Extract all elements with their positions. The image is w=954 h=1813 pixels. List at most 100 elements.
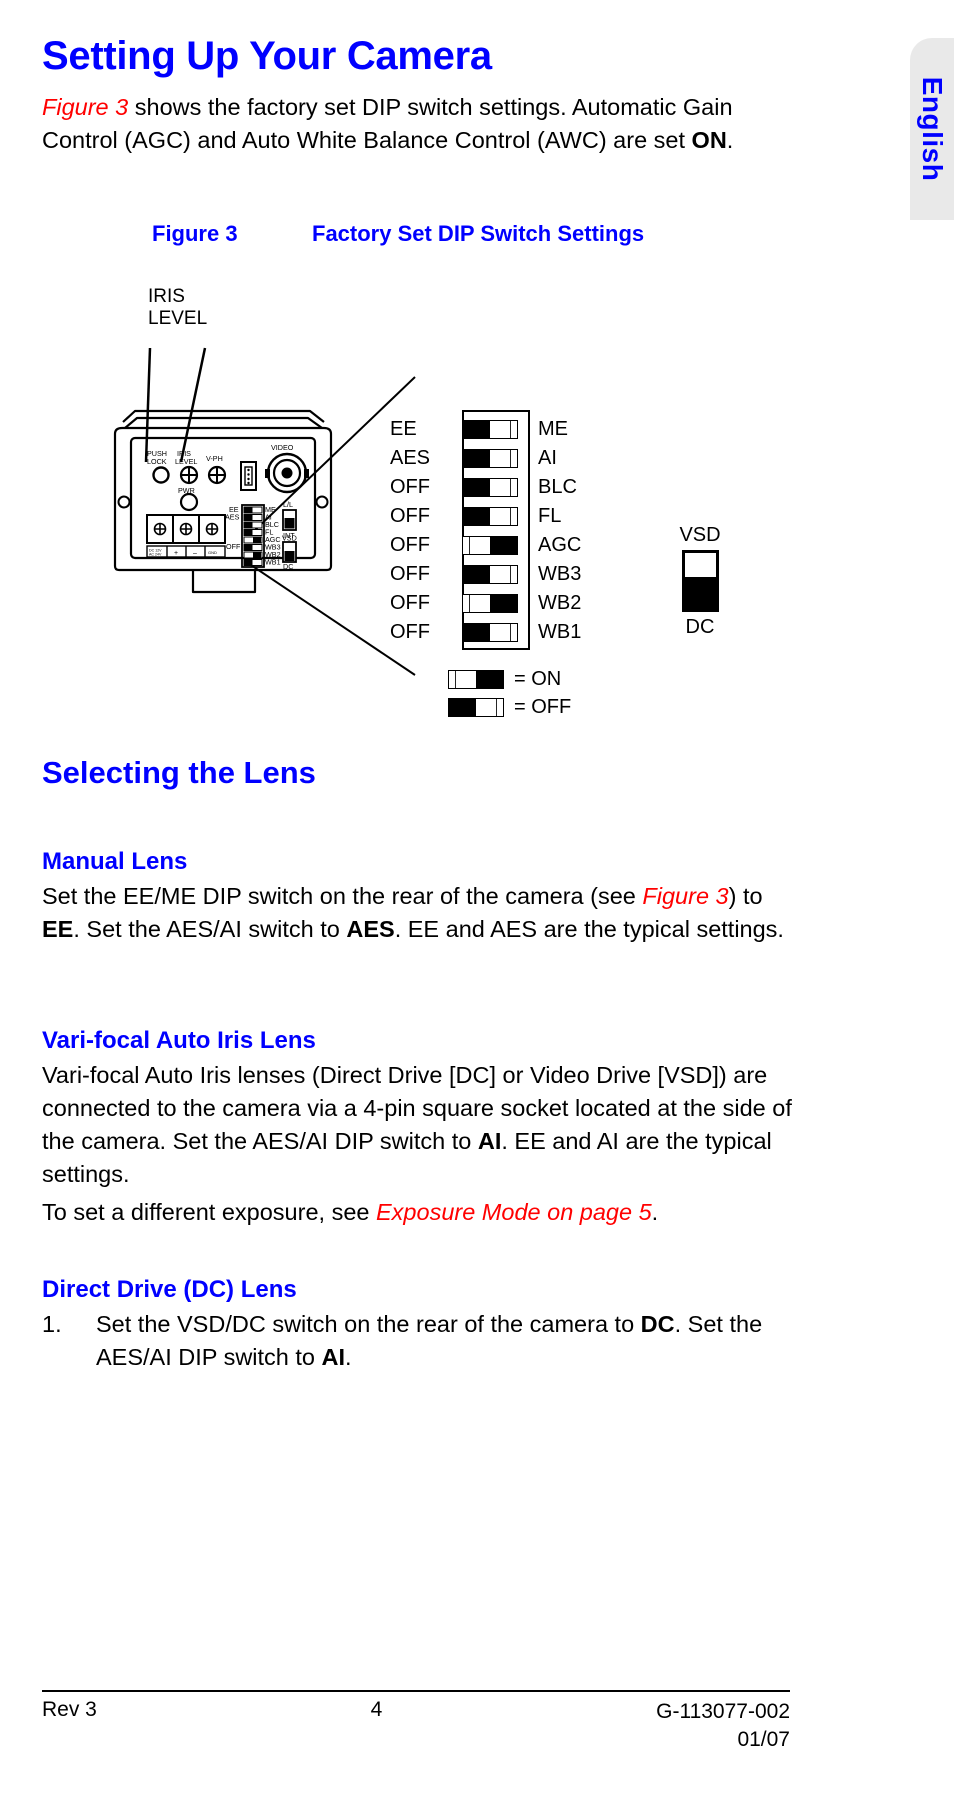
dip-row-right-label: AGC xyxy=(538,534,582,556)
dip-row-right-label: WB2 xyxy=(538,592,582,614)
vari-focal-bold-ai: AI xyxy=(477,1128,502,1154)
page-content: Setting Up Your Camera Figure 3 shows th… xyxy=(42,0,790,157)
dip-row: EE ME xyxy=(390,415,618,444)
exposure-note-text-b: . xyxy=(651,1199,659,1225)
intro-text-1: shows the factory set DIP switch setting… xyxy=(42,94,733,153)
figure-caption: Figure 3 Factory Set DIP Switch Settings xyxy=(152,221,644,247)
manual-lens-figure-ref[interactable]: Figure 3 xyxy=(642,883,728,909)
vsd-dc-toggle-switch[interactable] xyxy=(681,550,719,612)
dip-row-switch[interactable] xyxy=(462,536,518,555)
manual-lens-text-d: . EE and AES are the typical settings. xyxy=(394,916,784,942)
legend-off-text: = OFF xyxy=(514,695,572,718)
manual-lens-text-a: Set the EE/ME DIP switch on the rear of … xyxy=(42,883,643,909)
language-tab: English xyxy=(910,38,954,220)
dip-row-switch[interactable] xyxy=(462,449,518,468)
dc-label: DC xyxy=(685,616,715,638)
list-item-number: 1. xyxy=(42,1311,62,1337)
dip-switch-table: EE ME AES AI OFF BLC OFF FL OFF AGC OFF … xyxy=(390,415,618,647)
dip-row-right-label: WB3 xyxy=(538,563,582,585)
vari-focal-heading: Vari-focal Auto Iris Lens xyxy=(42,1027,316,1054)
footer-page-number: 4 xyxy=(370,1698,383,1721)
vsd-label: VSD xyxy=(679,524,721,546)
svg-text:+: + xyxy=(174,550,178,557)
footer-doc-date: 01/07 xyxy=(737,1728,790,1751)
manual-lens-heading: Manual Lens xyxy=(42,848,188,875)
dip-row-left-label: OFF xyxy=(390,476,430,498)
intro-paragraph: Figure 3 shows the factory set DIP switc… xyxy=(42,91,790,157)
dip-row-switch[interactable] xyxy=(462,420,518,439)
footer-row: Rev 3 4 G-113077-002 01/07 xyxy=(42,1692,790,1754)
dip-row-switch[interactable] xyxy=(462,478,518,497)
dip-row: OFF WB3 xyxy=(390,560,618,589)
svg-text:DC: DC xyxy=(283,562,293,571)
figure-reference-link[interactable]: Figure 3 xyxy=(42,94,128,120)
dip-row-right-label: ME xyxy=(538,418,568,440)
direct-drive-text-a: Set the VSD/DC switch on the rear of the… xyxy=(96,1311,641,1337)
manual-lens-paragraph: Set the EE/ME DIP switch on the rear of … xyxy=(42,880,794,946)
direct-drive-steps: 1. Set the VSD/DC switch on the rear of t… xyxy=(42,1308,794,1374)
exposure-note: To set a different exposure, see Exposur… xyxy=(42,1192,794,1229)
dip-row: OFF WB1 xyxy=(390,618,618,647)
manual-lens-text-c: . Set the AES/AI switch to xyxy=(73,916,347,942)
svg-text:OFF: OFF xyxy=(226,542,241,551)
intro-bold-on: ON xyxy=(691,127,727,153)
dip-switch-7 xyxy=(462,594,518,613)
section-vari-focal-auto-iris-lens: Vari-focal Auto Iris Lens Vari-focal Aut… xyxy=(42,1027,794,1191)
svg-text:GND: GND xyxy=(208,550,217,555)
intro-text-2: . xyxy=(726,127,734,153)
dip-row-right-label: WB1 xyxy=(538,621,582,643)
dip-row-switch[interactable] xyxy=(462,565,518,584)
figure-caption-number: Figure 3 xyxy=(152,221,238,246)
page-footer: Rev 3 4 G-113077-002 01/07 xyxy=(42,1690,790,1754)
dip-switch-6 xyxy=(462,565,518,584)
svg-text:WB1: WB1 xyxy=(265,558,281,567)
svg-text:L/L: L/L xyxy=(283,500,293,509)
direct-drive-bold-dc: DC xyxy=(640,1311,675,1337)
camera-rear-panel-illustration: DC 12V AC 24V + – GND PUSH LOCK IRIS LEV… xyxy=(113,409,333,594)
section-manual-lens: Manual Lens Set the EE/ME DIP switch on … xyxy=(42,848,794,946)
direct-drive-heading: Direct Drive (DC) Lens xyxy=(42,1276,297,1303)
dip-row: OFF BLC xyxy=(390,473,618,502)
svg-text:V-PH: V-PH xyxy=(206,454,223,463)
language-tab-label: English xyxy=(917,76,948,182)
dip-switch-legend: = ON = OFF xyxy=(448,665,571,721)
legend-on-text: = ON xyxy=(514,667,562,690)
vari-focal-paragraph: Vari-focal Auto Iris lenses (Direct Driv… xyxy=(42,1059,794,1191)
dip-row-left-label: OFF xyxy=(390,534,430,556)
exposure-note-paragraph: To set a different exposure, see Exposur… xyxy=(42,1196,794,1229)
vsd-toggle-bottom-segment xyxy=(684,576,716,609)
dip-row-switch[interactable] xyxy=(462,507,518,526)
manual-lens-bold-aes: AES xyxy=(346,916,395,942)
direct-drive-text-c: . xyxy=(345,1344,352,1370)
dip-row-right-label: FL xyxy=(538,505,562,527)
dip-row: OFF WB2 xyxy=(390,589,618,618)
dip-row: AES AI xyxy=(390,444,618,473)
dip-row-right-label: AI xyxy=(538,447,557,469)
svg-text:LOCK: LOCK xyxy=(147,457,167,466)
legend-switch-on-icon xyxy=(448,669,504,689)
dip-row-left-label: OFF xyxy=(390,505,430,527)
svg-text:LEVEL: LEVEL xyxy=(175,457,197,466)
dip-row: OFF FL xyxy=(390,502,618,531)
legend-row-off: = OFF xyxy=(448,693,571,721)
manual-lens-text-b: ) to xyxy=(728,883,763,909)
figure-caption-title: Factory Set DIP Switch Settings xyxy=(312,221,645,246)
section-direct-drive-dc-lens: Direct Drive (DC) Lens 1. Set the VSD/DC … xyxy=(42,1276,794,1374)
exposure-note-text-a: To set a different exposure, see xyxy=(42,1199,376,1225)
dip-row: OFF AGC xyxy=(390,531,618,560)
dip-row-switch[interactable] xyxy=(462,594,518,613)
svg-text:AC 24V: AC 24V xyxy=(149,553,162,557)
dip-row-switch[interactable] xyxy=(462,623,518,642)
vsd-toggle-top-segment xyxy=(684,553,716,577)
dip-switch-1 xyxy=(462,420,518,439)
footer-doc-number: G-113077-002 xyxy=(656,1700,790,1723)
dip-switch-4 xyxy=(462,507,518,526)
svg-text:PWR: PWR xyxy=(178,486,195,495)
legend-switch-off-icon xyxy=(448,697,504,717)
svg-text:VSD: VSD xyxy=(282,534,297,543)
footer-revision: Rev 3 xyxy=(42,1698,97,1721)
svg-text:–: – xyxy=(193,550,197,557)
svg-text:VIDEO: VIDEO xyxy=(271,443,294,452)
exposure-mode-link[interactable]: Exposure Mode on page 5 xyxy=(376,1199,652,1225)
list-item: 1. Set the VSD/DC switch on the rear of t… xyxy=(42,1308,794,1374)
